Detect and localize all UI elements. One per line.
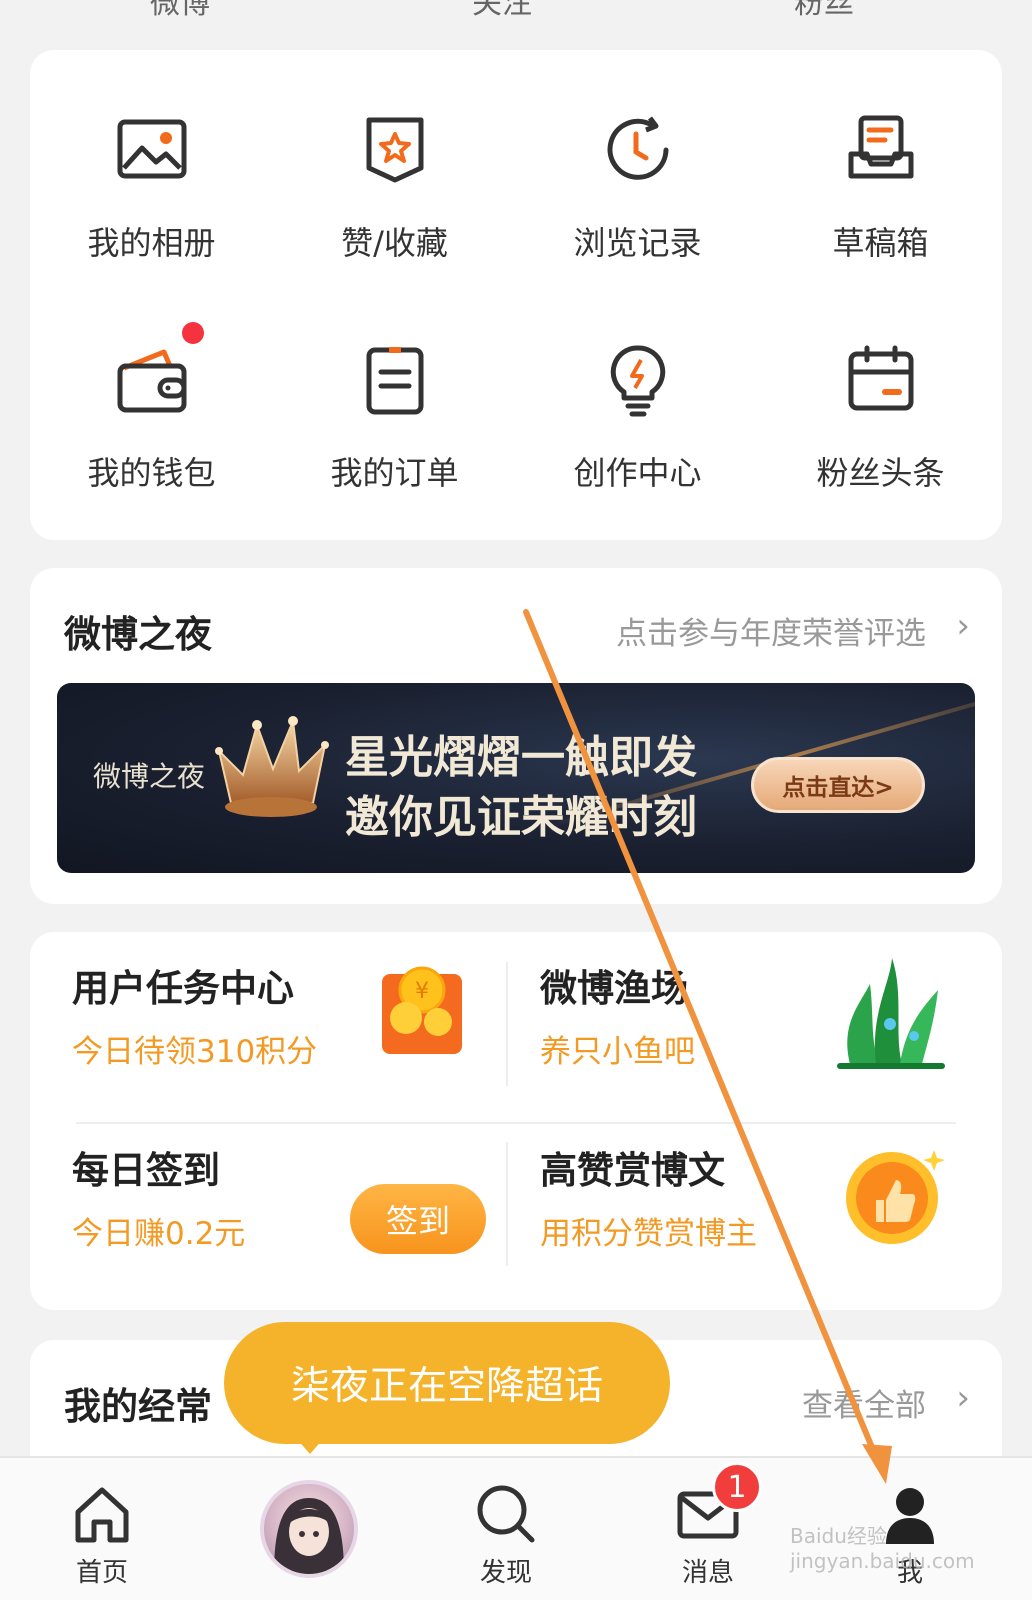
task-daily-checkin[interactable]: 每日签到 今日赚0.2元 — [72, 1140, 245, 1253]
task-title: 高赞赏博文 — [540, 1149, 725, 1192]
grid-label: 粉丝头条 — [816, 454, 945, 492]
stat-weibo-label[interactable]: 微博 — [150, 0, 210, 22]
mail-icon: 1 — [676, 1462, 762, 1546]
tab-messages[interactable]: 1 消息 — [638, 1458, 778, 1600]
grid-label: 赞/收藏 — [341, 224, 448, 262]
task-title: 每日签到 — [72, 1149, 220, 1192]
view-all-link[interactable]: 查看全部 — [802, 1380, 926, 1425]
avatar[interactable] — [260, 1480, 358, 1578]
grid-item-album[interactable]: 我的相册 — [30, 50, 273, 262]
tab-discover[interactable]: 发现 — [436, 1458, 576, 1600]
task-reward-posts[interactable]: 高赞赏博文 用积分赞赏博主 — [540, 1140, 757, 1253]
grid-label: 草稿箱 — [832, 224, 929, 262]
home-icon — [70, 1482, 134, 1546]
tab-home[interactable]: 首页 — [32, 1458, 172, 1600]
photo-album-icon — [112, 110, 192, 190]
stat-fans-label[interactable]: 粉丝 — [794, 0, 854, 22]
checkin-button[interactable]: 签到 — [350, 1184, 486, 1254]
tab-label: 消息 — [681, 1558, 734, 1588]
grid-label: 我的订单 — [330, 454, 459, 492]
svg-text:¥: ¥ — [415, 979, 429, 1004]
grid-label: 创作中心 — [573, 454, 702, 492]
thumbs-up-coin-icon — [846, 1150, 945, 1244]
grid-item-favorites[interactable]: 赞/收藏 — [273, 50, 516, 262]
grid-item-fans-headline[interactable]: 粉丝头条 — [759, 280, 1002, 492]
history-clock-icon — [598, 110, 678, 190]
task-subtitle: 用积分赞赏博主 — [540, 1216, 757, 1252]
drafts-tray-icon — [841, 110, 921, 190]
grid-label: 我的相册 — [87, 224, 216, 262]
tab-label: 发现 — [479, 1558, 532, 1588]
wallet-icon — [112, 322, 204, 420]
banner-line-1: 星光熠熠一触即发 — [345, 732, 697, 783]
grid-item-creator[interactable]: 创作中心 — [516, 280, 759, 492]
grid-item-wallet[interactable]: 我的钱包 — [30, 280, 273, 492]
divider — [76, 1122, 956, 1124]
banner-go-button[interactable]: 点击直达> — [751, 757, 925, 813]
stat-following-label[interactable]: 关注 — [472, 0, 532, 22]
search-icon — [474, 1482, 538, 1546]
banner-brand-text: 微博之夜 — [93, 760, 206, 793]
banner-line-2: 邀你见证荣耀时刻 — [345, 792, 697, 843]
tab-label: 首页 — [75, 1558, 128, 1588]
crown-icon — [215, 716, 329, 817]
bubble-tail — [296, 1438, 324, 1454]
chevron-right-icon[interactable]: › — [956, 1378, 970, 1418]
task-subtitle: 今日赚0.2元 — [72, 1216, 246, 1252]
section-title: 我的经常 — [64, 1385, 212, 1428]
favorite-badge-icon — [355, 110, 435, 190]
grid-item-history[interactable]: 浏览记录 — [516, 50, 759, 262]
orders-list-icon — [355, 340, 435, 420]
task-title: 用户任务中心 — [72, 967, 294, 1010]
task-user-center[interactable]: 用户任务中心 今日待领310积分 — [72, 958, 317, 1071]
divider — [506, 962, 508, 1086]
task-subtitle: 今日待领310积分 — [72, 1034, 318, 1070]
chevron-right-icon[interactable]: › — [956, 606, 970, 646]
coin-box-icon: ¥ — [382, 966, 462, 1054]
task-card: 用户任务中心 今日待领310积分 ¥ 微博渔场 养只小鱼吧 每日签到 今日赚0.… — [30, 932, 1002, 1310]
task-subtitle: 养只小鱼吧 — [540, 1034, 695, 1070]
notification-dot — [181, 322, 204, 344]
grid-item-orders[interactable]: 我的订单 — [273, 280, 516, 492]
task-title: 微博渔场 — [540, 967, 688, 1010]
divider — [506, 1142, 508, 1266]
task-fishing[interactable]: 微博渔场 养只小鱼吧 — [540, 958, 695, 1071]
profile-stats-row: 微博 关注 粉丝 — [0, 0, 1032, 40]
grid-label: 浏览记录 — [573, 224, 702, 262]
weibo-night-card: 微博之夜 点击参与年度荣誉评选 › 微博之夜 星光熠熠一触即发 邀你见证荣耀时刻… — [30, 568, 1002, 904]
supertopic-bubble[interactable]: 柒夜正在空降超话 — [224, 1322, 670, 1444]
watermark: Baidu经验 jingyan.baidu.com — [790, 1524, 975, 1573]
creator-bulb-icon — [598, 340, 678, 420]
weibo-night-banner[interactable]: 微博之夜 星光熠熠一触即发 邀你见证荣耀时刻 点击直达> — [57, 683, 975, 873]
section-title: 微博之夜 — [64, 613, 212, 656]
function-grid-card: 我的相册 赞/收藏 浏览记录 草稿箱 我的钱包 我的订单 创作中心 粉丝头条 — [30, 50, 1002, 540]
calendar-icon — [841, 340, 921, 420]
unread-badge: 1 — [712, 1462, 762, 1512]
night-vote-link[interactable]: 点击参与年度荣誉评选 — [616, 608, 926, 653]
grid-item-drafts[interactable]: 草稿箱 — [759, 50, 1002, 262]
seaweed-icon — [837, 958, 945, 1069]
grid-label: 我的钱包 — [87, 454, 216, 492]
